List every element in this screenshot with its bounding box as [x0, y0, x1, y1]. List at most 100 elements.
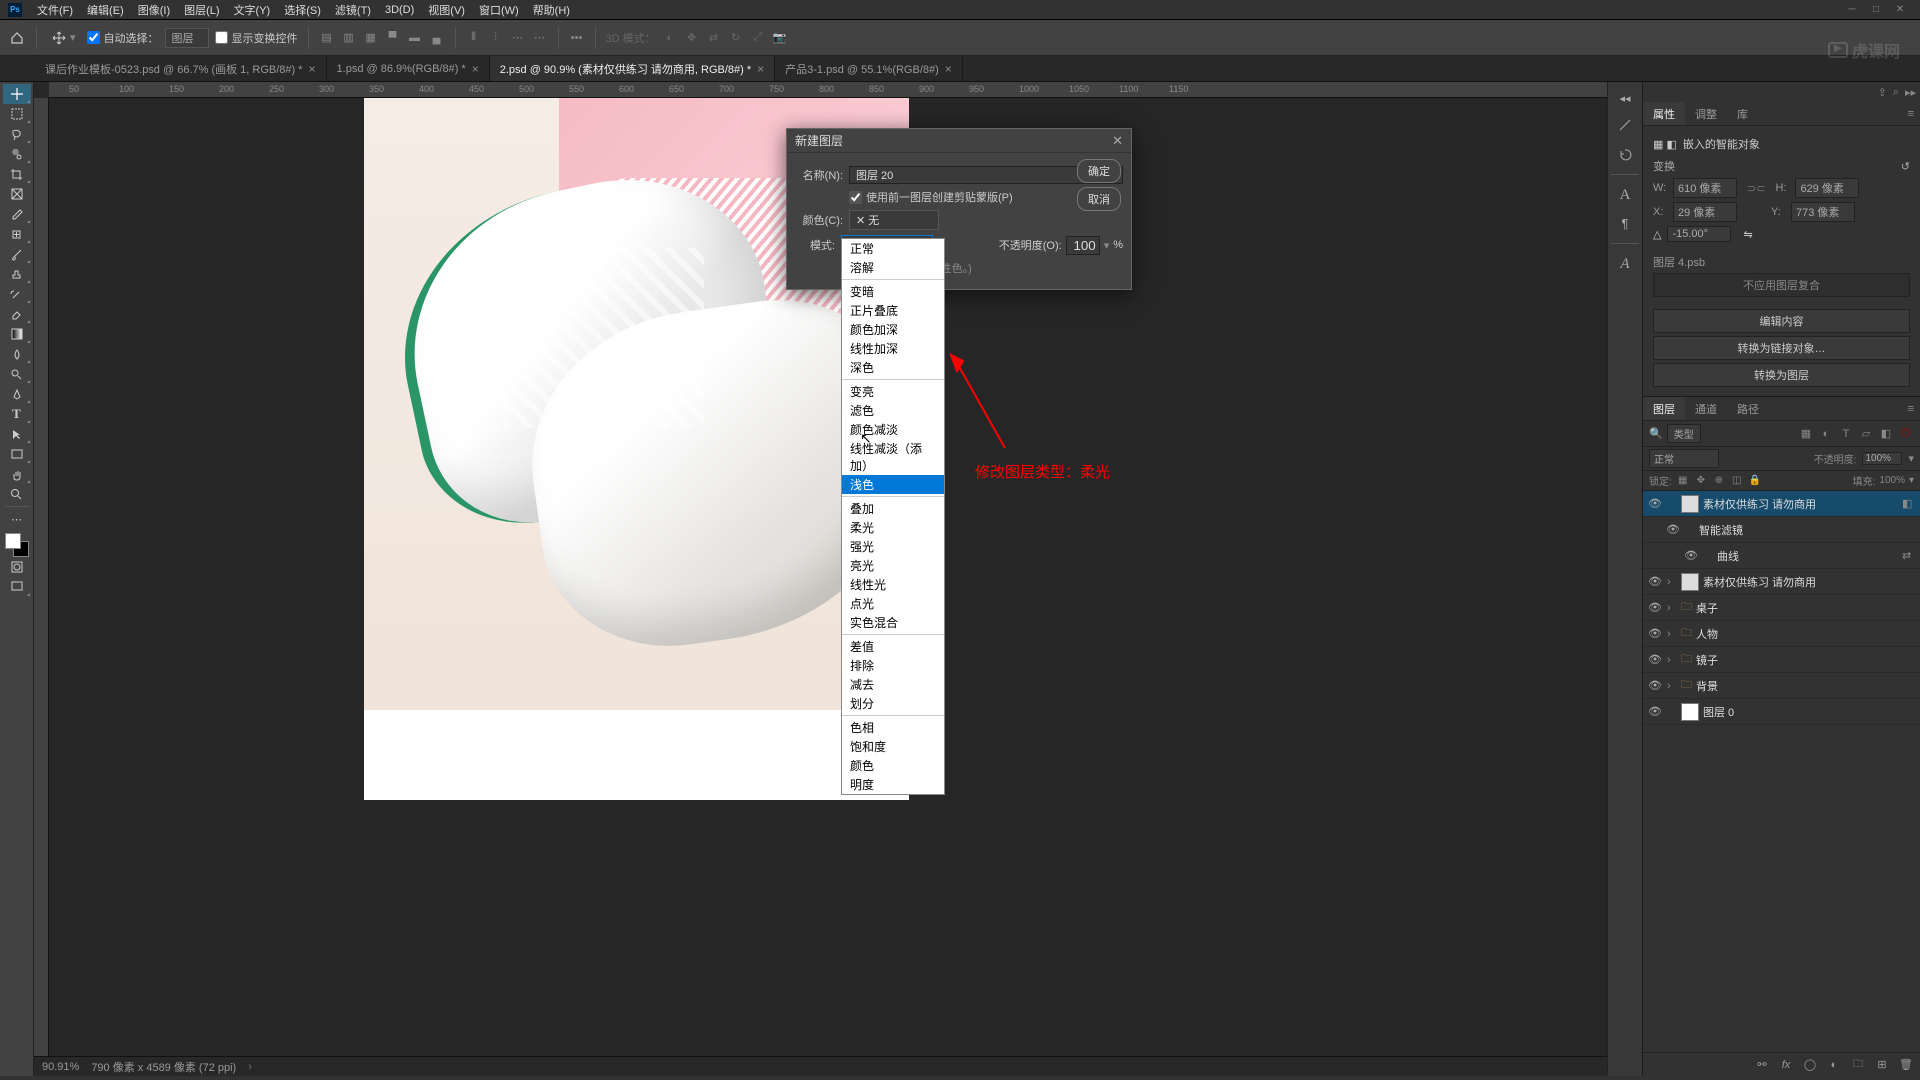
screenmode-tool[interactable]: [3, 577, 31, 597]
paragraph-panel-icon[interactable]: ¶: [1611, 211, 1639, 235]
align-top-icon[interactable]: ▀: [385, 30, 401, 46]
new-layer-icon[interactable]: ⊞: [1874, 1057, 1890, 1073]
opacity-input[interactable]: [1066, 236, 1100, 255]
close-tab-icon[interactable]: ×: [945, 62, 952, 76]
opacity-input[interactable]: 100%: [1862, 452, 1902, 465]
document-tab[interactable]: 课后作业模板-0523.psd @ 66.7% (画板 1, RGB/8#) *…: [35, 56, 327, 81]
align-left-icon[interactable]: ▤: [319, 30, 335, 46]
eraser-tool[interactable]: [3, 304, 31, 324]
layer-row[interactable]: 👁›🗀桌子: [1643, 595, 1920, 621]
layer-name[interactable]: 桌子: [1696, 600, 1916, 616]
crop-tool[interactable]: [3, 164, 31, 184]
filter-toggle-icon[interactable]: ⏻: [1898, 426, 1914, 442]
link-layers-icon[interactable]: ⚯: [1754, 1057, 1770, 1073]
fx-icon[interactable]: fx: [1778, 1057, 1794, 1073]
close-tab-icon[interactable]: ×: [309, 62, 316, 76]
search-icon[interactable]: ⌕: [1893, 86, 1899, 99]
blend-mode-option[interactable]: 减去: [842, 675, 944, 694]
adjustment-icon[interactable]: ◐: [1826, 1057, 1842, 1073]
blend-mode-option[interactable]: 划分: [842, 694, 944, 713]
width-field[interactable]: 610 像素: [1673, 178, 1737, 198]
minimize-button[interactable]: ─: [1840, 1, 1864, 19]
auto-select-checkbox[interactable]: 自动选择：: [87, 30, 159, 46]
quick-select-tool[interactable]: [3, 144, 31, 164]
tab-libraries[interactable]: 库: [1727, 102, 1758, 125]
layers-menu-icon[interactable]: ≡: [1902, 403, 1920, 415]
character-panel-icon[interactable]: A: [1611, 183, 1639, 207]
distribute-3-icon[interactable]: ⋯: [510, 30, 526, 46]
blend-mode-option[interactable]: 正片叠底: [842, 301, 944, 320]
flip-h-icon[interactable]: ⇋: [1743, 228, 1752, 241]
layer-name[interactable]: 镜子: [1696, 652, 1916, 668]
document-tab[interactable]: 产品3-1.psd @ 55.1%(RGB/8#)×: [775, 56, 963, 81]
home-icon[interactable]: [8, 29, 26, 47]
frame-tool[interactable]: [3, 184, 31, 204]
layer-row[interactable]: 👁›🗀背景: [1643, 673, 1920, 699]
doc-info-arrow[interactable]: ›: [248, 1061, 252, 1073]
filter-toggle-icon[interactable]: ⇄: [1902, 549, 1916, 562]
filter-adjust-icon[interactable]: ◐: [1818, 426, 1834, 442]
blend-mode-option[interactable]: 线性光: [842, 575, 944, 594]
blend-mode-option[interactable]: 线性减淡（添加）: [842, 439, 944, 475]
gradient-tool[interactable]: [3, 324, 31, 344]
blend-mode-option[interactable]: 线性加深: [842, 339, 944, 358]
horizontal-ruler[interactable]: 5010015020025030035040045050055060065070…: [49, 82, 1607, 98]
rectangle-tool[interactable]: [3, 444, 31, 464]
blend-mode-option[interactable]: 正常: [842, 239, 944, 258]
zoom-tool[interactable]: [3, 484, 31, 504]
distribute-v-icon[interactable]: ⫶: [488, 30, 504, 46]
delete-icon[interactable]: 🗑: [1898, 1057, 1914, 1073]
blend-mode-option[interactable]: 滤色: [842, 401, 944, 420]
expand-arrow-icon[interactable]: ›: [1667, 576, 1677, 588]
lock-nest-icon[interactable]: ◫: [1730, 474, 1744, 488]
blend-mode-option[interactable]: 变亮: [842, 382, 944, 401]
clip-mask-checkbox[interactable]: 使用前一图层创建剪贴蒙版(P): [849, 189, 1013, 205]
y-field[interactable]: 773 像素: [1791, 202, 1855, 222]
pen-tool[interactable]: [3, 384, 31, 404]
tab-layers[interactable]: 图层: [1643, 397, 1685, 420]
menu-type[interactable]: 文字(Y): [227, 2, 278, 18]
cancel-button[interactable]: 取消: [1077, 187, 1121, 211]
convert-linked-button[interactable]: 转换为链接对象…: [1653, 336, 1910, 360]
color-swatches[interactable]: [5, 533, 29, 557]
stamp-tool[interactable]: [3, 264, 31, 284]
glyphs-panel-icon[interactable]: A: [1611, 252, 1639, 276]
menu-edit[interactable]: 编辑(E): [80, 2, 131, 18]
blend-mode-option[interactable]: 深色: [842, 358, 944, 377]
history-panel-icon[interactable]: [1611, 142, 1639, 166]
filter-shape-icon[interactable]: ▱: [1858, 426, 1874, 442]
lasso-tool[interactable]: [3, 124, 31, 144]
hand-tool[interactable]: [3, 464, 31, 484]
expand-arrow-icon[interactable]: ›: [1667, 654, 1677, 666]
visibility-toggle-icon[interactable]: 👁: [1647, 704, 1663, 720]
blend-mode-option[interactable]: 饱和度: [842, 737, 944, 756]
3d-scale-icon[interactable]: ⤢: [750, 30, 766, 46]
blend-mode-option[interactable]: 颜色减淡: [842, 420, 944, 439]
vertical-ruler[interactable]: [34, 98, 49, 1056]
dialog-titlebar[interactable]: 新建图层 ✕: [787, 129, 1131, 153]
expand-arrow-icon[interactable]: ›: [1667, 628, 1677, 640]
blend-mode-option[interactable]: 叠加: [842, 499, 944, 518]
maximize-button[interactable]: □: [1864, 1, 1888, 19]
brushes-panel-icon[interactable]: [1611, 114, 1639, 138]
link-wh-icon[interactable]: ⊃⊂: [1747, 182, 1765, 195]
layer-comp-select[interactable]: 不应用图层复合: [1653, 273, 1910, 297]
edit-toolbar-icon[interactable]: ⋯: [3, 509, 31, 529]
layer-row[interactable]: 👁智能滤镜: [1643, 517, 1920, 543]
document-tab[interactable]: 2.psd @ 90.9% (素材仅供练习 请勿商用, RGB/8#) *×: [490, 56, 775, 81]
blend-mode-option[interactable]: 实色混合: [842, 613, 944, 632]
eyedropper-tool[interactable]: [3, 204, 31, 224]
menu-image[interactable]: 图像(I): [131, 2, 177, 18]
convert-layer-button[interactable]: 转换为图层: [1653, 363, 1910, 387]
blend-mode-select[interactable]: 正常: [1649, 449, 1719, 468]
edit-contents-button[interactable]: 编辑内容: [1653, 309, 1910, 333]
3d-pan-icon[interactable]: ✥: [684, 30, 700, 46]
tab-paths[interactable]: 路径: [1727, 397, 1769, 420]
blend-mode-option[interactable]: 明度: [842, 775, 944, 794]
filter-type-select[interactable]: 类型: [1667, 424, 1701, 443]
quickmask-tool[interactable]: [3, 557, 31, 577]
layer-row[interactable]: 👁曲线⇄: [1643, 543, 1920, 569]
visibility-toggle-icon[interactable]: 👁: [1647, 678, 1663, 694]
move-tool-icon[interactable]: ▾: [47, 29, 81, 47]
visibility-toggle-icon[interactable]: 👁: [1647, 626, 1663, 642]
